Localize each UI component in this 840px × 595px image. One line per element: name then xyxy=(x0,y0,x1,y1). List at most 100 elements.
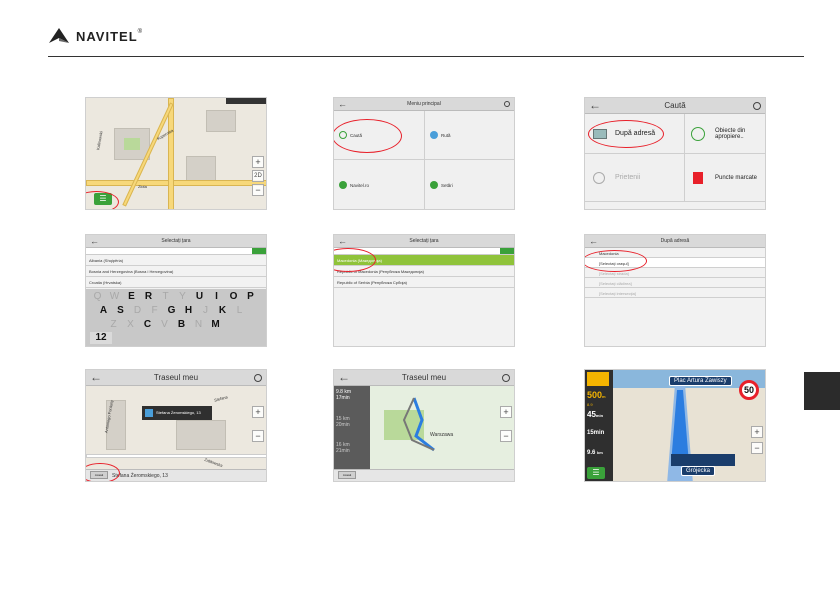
chapter-tab xyxy=(804,372,840,410)
key-b[interactable]: B xyxy=(174,319,189,331)
map-road xyxy=(86,454,266,458)
screen-title: Traseul meu xyxy=(401,373,447,382)
next-street-label: Plac Artura Zawiszy xyxy=(669,376,732,386)
menu-item-route[interactable]: Rută xyxy=(425,111,514,160)
highlight-oval xyxy=(588,120,664,148)
highlight-oval xyxy=(86,463,120,481)
list-item[interactable]: Croatia (Hrvatska) xyxy=(86,277,266,288)
view-mode-button[interactable]: 2D xyxy=(252,170,264,182)
key-g[interactable]: G xyxy=(164,305,179,317)
screenshot-search: ← Caută După adresă Obiecte din apropier… xyxy=(584,97,766,210)
search-go-button[interactable] xyxy=(500,248,514,254)
menu-item-navitel[interactable]: Navitel.ro xyxy=(334,160,425,209)
back-arrow-icon[interactable]: ← xyxy=(589,98,601,112)
point-popup[interactable]: Stefana Żeromskiego, 13 xyxy=(142,406,212,420)
key-z[interactable]: Z xyxy=(106,319,121,331)
zoom-in-button[interactable]: + xyxy=(751,426,763,438)
key-d[interactable]: D xyxy=(130,305,145,317)
gps-icon xyxy=(502,374,510,382)
search-item-label: Puncte marcate xyxy=(715,174,758,181)
list-item[interactable]: Republic of Serbia (Република Србија) xyxy=(334,277,514,288)
gear-icon xyxy=(430,181,438,189)
key-p[interactable]: P xyxy=(243,291,258,303)
zoom-out-button[interactable]: − xyxy=(500,430,512,442)
zoom-out-button[interactable]: − xyxy=(252,184,264,196)
zoom-in-button[interactable]: + xyxy=(500,406,512,418)
key-s[interactable]: S xyxy=(113,305,128,317)
nav-info-panel: 500m 8.9 45min 15min 9.6 km ☰ xyxy=(585,370,613,481)
key-v[interactable]: V xyxy=(157,319,172,331)
key-o[interactable]: O xyxy=(226,291,241,303)
building-field[interactable]: [Selectaţi clădirea] xyxy=(585,278,765,288)
back-arrow-icon[interactable]: ← xyxy=(338,99,347,109)
zoom-out-button[interactable]: − xyxy=(751,442,763,454)
screen-title: Caută xyxy=(664,101,686,110)
search-go-button[interactable] xyxy=(252,248,266,254)
list-item[interactable]: Albania (Shqipëria) xyxy=(86,255,266,266)
home-button[interactable]: Acasă xyxy=(338,471,356,479)
intersection-field[interactable]: [Selectaţi intersecţia] xyxy=(585,288,765,298)
numbers-key[interactable]: 12 xyxy=(90,332,112,344)
zoom-in-button[interactable]: + xyxy=(252,156,264,168)
cloud-icon xyxy=(339,181,347,189)
city-label: Warszawa xyxy=(430,432,454,438)
back-arrow-icon[interactable]: ← xyxy=(90,370,102,384)
route-option[interactable]: 9.8 km 17min xyxy=(336,389,351,401)
back-arrow-icon[interactable]: ← xyxy=(90,236,99,246)
gps-icon xyxy=(504,101,510,107)
screen-title: Selectați țara xyxy=(161,238,191,244)
route-line xyxy=(402,397,435,452)
route-option[interactable]: 15 km 20min xyxy=(336,416,350,428)
back-arrow-icon[interactable]: ← xyxy=(338,370,350,384)
search-input[interactable] xyxy=(86,248,266,255)
menu-item-label: Rută xyxy=(441,132,451,138)
key-k[interactable]: K xyxy=(215,305,230,317)
screen-title: Meniu principal xyxy=(407,101,441,107)
route-option[interactable]: 16 km 21min xyxy=(336,442,350,454)
zoom-out-button[interactable]: − xyxy=(252,430,264,442)
street-label: Złota xyxy=(138,184,147,189)
map-road xyxy=(86,180,266,186)
list-item[interactable]: Bosnia and Herzegovina (Bosna i Hercegov… xyxy=(86,266,266,277)
zoom-in-button[interactable]: + xyxy=(252,406,264,418)
key-j[interactable]: J xyxy=(198,305,213,317)
screenshot-main-menu: ← Meniu principal Caută Rută Navitel.ro … xyxy=(333,97,515,210)
key-c[interactable]: C xyxy=(140,319,155,331)
menu-button[interactable]: ☰ xyxy=(587,467,605,479)
search-marked-points[interactable]: Puncte marcate xyxy=(685,154,765,202)
key-x[interactable]: X xyxy=(123,319,138,331)
screenshot-select-country: ← Selectați țara Macedonia (Македонија) … xyxy=(333,234,515,347)
map-background xyxy=(86,98,266,209)
key-r[interactable]: R xyxy=(141,291,156,303)
title-bar: ← Selectați țara xyxy=(334,235,514,248)
key-u[interactable]: U xyxy=(192,291,207,303)
key-h[interactable]: H xyxy=(181,305,196,317)
screen-title: Selectați țara xyxy=(409,238,439,244)
key-t[interactable]: T xyxy=(158,291,173,303)
search-nearby[interactable]: Obiecte din apropiere.. xyxy=(685,114,765,154)
back-arrow-icon[interactable]: ← xyxy=(589,236,598,246)
map-road xyxy=(168,98,174,209)
menu-item-settings[interactable]: Setări xyxy=(425,160,514,209)
key-n[interactable]: N xyxy=(191,319,206,331)
route-options-panel: 9.8 km 17min 15 km 20min 16 km 21min xyxy=(334,386,370,469)
key-m[interactable]: M xyxy=(208,319,223,331)
route-icon xyxy=(430,131,438,139)
key-f[interactable]: F xyxy=(147,305,162,317)
gps-icon xyxy=(254,374,262,382)
key-w[interactable]: W xyxy=(107,291,122,303)
key-a[interactable]: A xyxy=(96,305,111,317)
search-friends[interactable]: Prietenii xyxy=(585,154,685,202)
navitel-logo-icon xyxy=(49,28,69,43)
screenshot-my-route-point: ← Traseul meu Stefana Żeromskiego, 13 An… xyxy=(85,369,267,482)
key-e[interactable]: E xyxy=(124,291,139,303)
key-i[interactable]: I xyxy=(209,291,224,303)
back-arrow-icon[interactable]: ← xyxy=(338,236,347,246)
key-y[interactable]: Y xyxy=(175,291,190,303)
key-q[interactable]: Q xyxy=(90,291,105,303)
speed-limit-sign: 50 xyxy=(739,380,759,400)
key-l[interactable]: L xyxy=(232,305,247,317)
title-bar: ← Meniu principal xyxy=(334,98,514,111)
title-bar: ← Traseul meu xyxy=(334,370,514,386)
screenshot-by-address: ← După adresă Macedonia [Selectaţi oraşu… xyxy=(584,234,766,347)
